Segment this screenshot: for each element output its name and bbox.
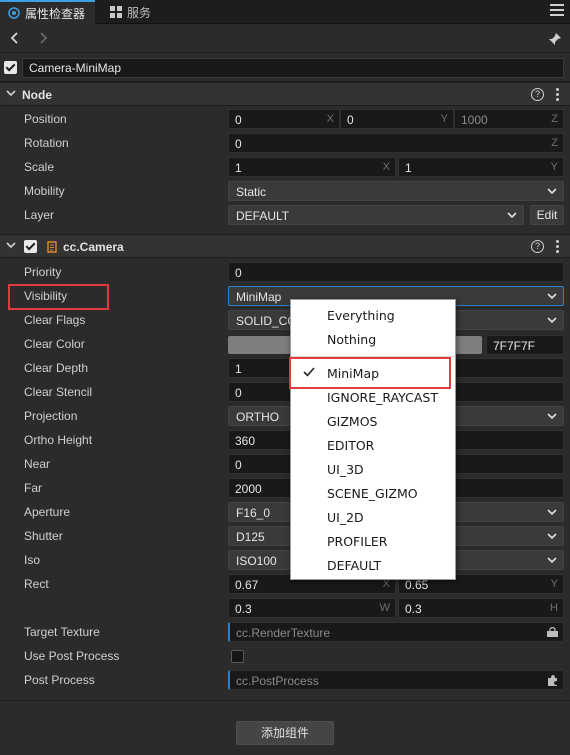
position-x-field[interactable]: 0X (228, 109, 340, 129)
collapse-caret-icon[interactable] (6, 240, 16, 250)
menu-item-nothing[interactable]: Nothing (327, 332, 376, 347)
menu-item-ui-2d[interactable]: UI_2D (327, 510, 364, 525)
menu-item-gizmos[interactable]: GIZMOS (327, 414, 378, 429)
clear-color-label: Clear Color (24, 337, 85, 351)
menu-item-ui-3d[interactable]: UI_3D (327, 462, 364, 477)
projection-label: Projection (24, 409, 78, 423)
tab-services[interactable]: 服务 (102, 0, 161, 24)
history-nav-bar (0, 25, 570, 53)
camera-enabled-checkbox[interactable] (24, 240, 37, 253)
menu-item-ignore-raycast[interactable]: IGNORE_RAYCAST (327, 390, 438, 405)
chevron-down-icon (547, 413, 557, 420)
priority-field[interactable]: 0 (228, 262, 564, 282)
clear-flags-label: Clear Flags (24, 313, 86, 327)
camera-section-title: cc.Camera (63, 240, 124, 254)
iso-label: Iso (24, 553, 41, 567)
chevron-down-icon (547, 509, 557, 516)
add-component-button[interactable]: 添加组件 (236, 721, 334, 745)
ortho-height-label: Ortho Height (24, 433, 93, 447)
check-icon (303, 367, 315, 377)
target-texture-label: Target Texture (24, 625, 100, 639)
menu-item-everything[interactable]: Everything (327, 308, 395, 323)
clear-depth-label: Clear Depth (24, 361, 89, 375)
node-section-title: Node (22, 88, 52, 102)
chevron-down-icon (547, 293, 557, 300)
scale-x-field[interactable]: 1X (228, 157, 396, 177)
position-y-field[interactable]: 0Y (340, 109, 454, 129)
layer-label: Layer (24, 208, 55, 222)
tab-services-label: 服务 (127, 5, 152, 20)
scale-y-field[interactable]: 1Y (398, 157, 564, 177)
use-post-process-label: Use Post Process (24, 649, 120, 663)
clear-color-hex-field[interactable]: 7F7F7F (486, 335, 564, 355)
layer-edit-button[interactable]: Edit (530, 205, 564, 225)
target-texture-asset-field[interactable]: cc.RenderTexture (228, 622, 564, 642)
post-process-label: Post Process (24, 673, 95, 687)
far-label: Far (24, 481, 42, 495)
menu-item-minimap[interactable]: MiniMap (327, 366, 379, 381)
pin-icon[interactable] (548, 32, 562, 46)
visibility-label: Visibility (24, 289, 68, 303)
tab-inspector-label: 属性检查器 (25, 6, 86, 21)
camera-section-header[interactable]: cc.Camera ? (0, 234, 570, 258)
clear-stencil-label: Clear Stencil (24, 385, 93, 399)
panel-tab-bar: 属性检查器 服务 (0, 0, 570, 24)
shutter-label: Shutter (24, 529, 63, 543)
tab-inspector[interactable]: 属性检查器 (0, 0, 96, 24)
asset-picker-icon[interactable] (547, 627, 558, 637)
collapse-caret-icon[interactable] (6, 88, 16, 98)
puzzle-piece-icon[interactable] (547, 675, 558, 686)
node-name-input[interactable]: Camera-MiniMap (22, 58, 564, 78)
help-icon[interactable]: ? (531, 88, 544, 101)
menu-item-profiler[interactable]: PROFILER (327, 534, 388, 549)
position-label: Position (24, 112, 67, 126)
panel-menu-icon[interactable] (550, 4, 564, 18)
rotation-field[interactable]: 0Z (228, 133, 564, 153)
mobility-label: Mobility (24, 184, 65, 198)
rect-w-field[interactable]: 0.3 W (228, 598, 396, 618)
menu-item-default[interactable]: DEFAULT (327, 558, 381, 573)
back-arrow-icon[interactable] (8, 31, 22, 45)
kebab-menu-icon[interactable] (556, 240, 560, 254)
help-icon[interactable]: ? (531, 240, 544, 253)
chevron-down-icon (507, 212, 517, 219)
rotation-label: Rotation (24, 136, 69, 150)
menu-item-editor[interactable]: EDITOR (327, 438, 374, 453)
near-label: Near (24, 457, 51, 471)
layer-dropdown[interactable]: DEFAULT (228, 205, 524, 225)
chevron-down-icon (547, 533, 557, 540)
node-section-header[interactable]: Node ? (0, 82, 570, 106)
scale-label: Scale (24, 160, 55, 174)
rect-h-field[interactable]: 0.3 H (398, 598, 564, 618)
post-process-asset-field[interactable]: cc.PostProcess (228, 670, 564, 690)
chevron-down-icon (547, 188, 557, 195)
aperture-label: Aperture (24, 505, 71, 519)
position-z-field[interactable]: 1000 Z (454, 109, 564, 129)
services-icon (110, 6, 122, 18)
mobility-dropdown[interactable]: Static (228, 181, 564, 201)
menu-item-scene-gizmo[interactable]: SCENE_GIZMO (327, 486, 418, 501)
rect-label: Rect (24, 577, 49, 591)
menu-separator (291, 356, 455, 357)
inspector-footer: 添加组件 (0, 700, 570, 755)
priority-label: Priority (24, 265, 62, 279)
forward-arrow-icon[interactable] (36, 31, 50, 45)
node-active-checkbox[interactable] (4, 61, 17, 74)
node-name-bar: Camera-MiniMap (0, 54, 570, 82)
use-post-process-checkbox[interactable] (231, 650, 244, 663)
visibility-menu-popup: Everything Nothing MiniMap IGNORE_RAYCAS… (290, 299, 456, 580)
script-component-icon (47, 241, 57, 253)
chevron-down-icon (547, 317, 557, 324)
kebab-menu-icon[interactable] (556, 88, 560, 102)
chevron-down-icon (547, 557, 557, 564)
inspector-icon (8, 7, 20, 19)
